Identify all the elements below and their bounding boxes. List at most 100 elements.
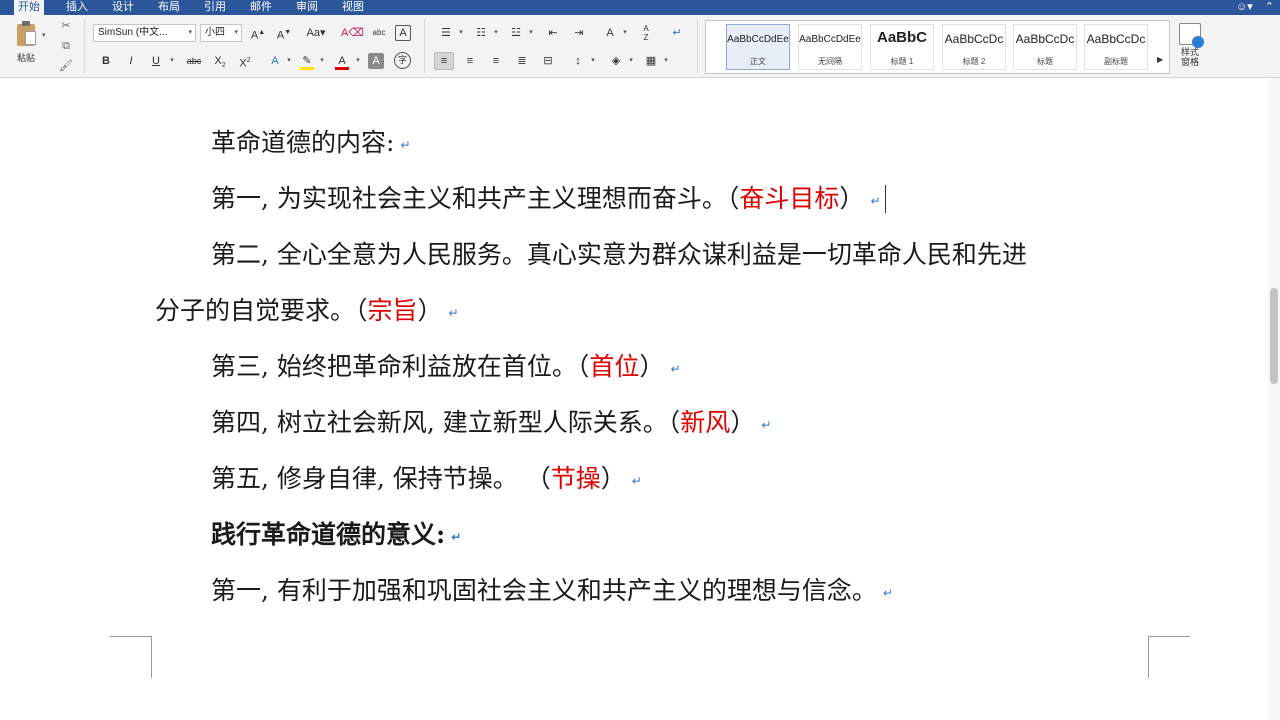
subscript-button[interactable]: X2 [210,52,230,70]
clear-format-button[interactable]: A⌫ [341,24,364,42]
underline-dropdown-icon[interactable]: ▾ [168,52,176,70]
tab-layout[interactable]: 布局 [154,0,184,15]
multilevel-list-button[interactable]: ☳ [506,24,526,42]
distributed-button[interactable]: ⊟ [538,52,558,70]
borders-dropdown-icon[interactable]: ▾ [662,52,670,70]
format-painter-icon[interactable]: 🖌 [58,59,74,73]
doc-line-4[interactable]: 分子的自觉要求。（宗旨） ↵ [155,296,459,328]
font-color-dropdown-icon[interactable]: ▾ [354,52,362,70]
style-heading-2[interactable]: AaBbCcDc 标题 2 [942,24,1006,70]
grow-font-button[interactable]: A▲ [248,24,268,42]
doc-line-6[interactable]: 第四, 树立社会新风, 建立新型人际关系。（新风） ↵ [211,408,771,440]
bullet-list-icon: ☰ [441,27,451,39]
answer-text: 首位 [589,352,640,381]
doc-line-9[interactable]: 第一, 有利于加强和巩固社会主义和共产主义的理想与信念。 ↵ [211,576,893,608]
shrink-font-button[interactable]: A▼ [274,24,294,42]
shading-dropdown-icon[interactable]: ▾ [627,52,635,70]
align-center-button[interactable]: ≡ [460,52,480,70]
bold-button[interactable]: B [96,52,116,70]
highlighter-icon: ✎ [302,55,312,67]
gallery-more-icon[interactable]: ▶ [1157,55,1163,64]
highlight-dropdown-icon[interactable]: ▾ [318,52,326,70]
line-tail: ） [639,352,665,381]
show-marks-button[interactable]: ↵ [667,24,687,42]
scrollbar-thumb[interactable] [1270,288,1278,384]
bullets-button[interactable]: ☰ [436,24,456,42]
tab-mailings[interactable]: 邮件 [246,0,276,15]
char-border-button[interactable]: A [395,25,411,41]
underline-button[interactable]: U [146,52,166,70]
text-effect-button[interactable]: A [265,52,285,70]
tab-design[interactable]: 设计 [108,0,138,15]
sort-button[interactable]: AZ [636,24,656,42]
vertical-scrollbar[interactable] [1268,78,1280,720]
line-tail: ） [839,184,865,213]
change-case-glyph: Aa [306,27,320,39]
line-tail: ） [600,464,626,493]
style-sample: AaBbCcDdEe [727,34,789,45]
paragraph-mark-icon: ↵ [631,473,642,488]
text-cursor [885,185,886,213]
style-sample: AaBbCcDc [944,32,1004,46]
line-spacing-dropdown-icon[interactable]: ▾ [589,52,597,70]
phonetic-guide-button[interactable]: abc [369,24,389,42]
paste-dropdown-icon[interactable]: ▾ [42,31,46,39]
style-normal[interactable]: AaBbCcDdEe 正文 [726,24,790,70]
chevron-up-icon[interactable]: ⌃ [1265,0,1274,15]
bullets-dropdown-icon[interactable]: ▾ [457,24,465,42]
shading-button[interactable]: ◈ [606,52,626,70]
document-canvas[interactable] [0,78,1268,720]
asian-layout-dropdown-icon[interactable]: ▾ [621,24,629,42]
style-no-spacing[interactable]: AaBbCcDdEe 无间隔 [798,24,862,70]
line-text: 第五, 修身自律, 保持节操。 （ [211,464,551,493]
borders-button[interactable]: ▦ [641,52,661,70]
multilevel-dropdown-icon[interactable]: ▾ [527,24,535,42]
tab-insert[interactable]: 插入 [62,0,92,15]
paste-button[interactable]: 粘贴 [8,21,44,73]
line-text: 第三, 始终把革命利益放在首位。（ [211,352,590,381]
doc-line-5[interactable]: 第三, 始终把革命利益放在首位。（首位） ↵ [211,352,681,384]
doc-line-1[interactable]: 革命道德的内容: ↵ [211,128,411,160]
tab-references[interactable]: 引用 [200,0,230,15]
font-size-combo[interactable]: 小四 ▾ [200,24,242,42]
align-left-icon: ≡ [440,55,448,67]
char-shading-button[interactable]: A [368,53,384,69]
justify-button[interactable]: ≣ [512,52,532,70]
doc-line-7[interactable]: 第五, 修身自律, 保持节操。 （节操） ↵ [211,464,642,496]
superscript-button[interactable]: X2 [235,52,255,70]
doc-line-3[interactable]: 第二, 全心全意为人民服务。真心实意为群众谋利益是一切革命人民和先进 [211,240,1027,270]
tab-home[interactable]: 开始 [14,0,44,15]
doc-line-8[interactable]: 践行革命道德的意义: ↵ [211,520,461,552]
sort-a-glyph: A [643,24,649,33]
line-spacing-button[interactable]: ↕ [568,52,588,70]
doc-line-2[interactable]: 第一, 为实现社会主义和共产主义理想而奋斗。（奋斗目标） ↵ [211,184,881,216]
text-effect-dropdown-icon[interactable]: ▾ [285,52,293,70]
cut-icon[interactable]: ✂ [58,19,74,33]
font-name-combo[interactable]: SimSun (中文... ▾ [93,24,196,42]
style-title[interactable]: AaBbCcDc 标题 [1013,24,1077,70]
numbering-button[interactable]: ☷ [471,24,491,42]
copy-icon[interactable]: ⧉ [58,39,74,53]
change-case-button[interactable]: Aa▾ [303,24,329,42]
styles-pane-button[interactable]: 样式 窗格 [1174,23,1206,73]
ribbon: 粘贴 ▾ ✂ ⧉ 🖌 SimSun (中文... ▾ 小四 ▾ A▲ A▼ Aa… [0,15,1280,78]
numbering-dropdown-icon[interactable]: ▾ [492,24,500,42]
style-heading-1[interactable]: AaBbC 标题 1 [870,24,934,70]
style-subtitle[interactable]: AaBbCcDc 副标题 [1084,24,1148,70]
styles-pane-label: 样式 [1180,47,1199,57]
tab-review[interactable]: 审阅 [292,0,322,15]
align-right-button[interactable]: ≡ [486,52,506,70]
enclose-char-button[interactable]: 字 [394,52,411,69]
decrease-indent-button[interactable]: ⇤ [543,24,563,42]
tab-view[interactable]: 视图 [338,0,368,15]
font-size-value: 小四 [205,27,225,38]
smiley-icon[interactable]: ☺▾ [1236,0,1253,15]
asian-layout-icon: A [606,27,614,39]
paragraph-mark-icon: ↵ [448,305,459,320]
align-left-button[interactable]: ≡ [434,52,454,70]
font-color-glyph: A [338,55,346,67]
italic-button[interactable]: I [121,52,141,70]
asian-layout-button[interactable]: A [600,24,620,42]
increase-indent-button[interactable]: ⇥ [569,24,589,42]
strikethrough-button[interactable]: abc [182,52,206,70]
